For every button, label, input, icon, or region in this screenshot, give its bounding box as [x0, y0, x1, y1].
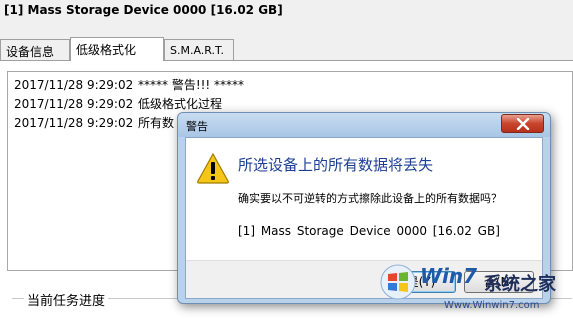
watermark-site-name: 系统之家	[484, 274, 556, 295]
tab-strip: 设备信息 低级格式化 S.M.A.R.T.	[0, 37, 573, 61]
log-message: ***** 警告!!! *****	[138, 78, 245, 92]
tab-device-info[interactable]: 设备信息	[0, 39, 70, 60]
dialog-heading: 所选设备上的所有数据将丢失	[238, 156, 434, 174]
watermark-brand: Win7	[420, 264, 478, 288]
close-icon	[516, 118, 530, 130]
log-message: 所有数	[138, 116, 175, 130]
log-time: 2017/11/28 9:29:02	[14, 78, 134, 92]
watermark-url: Www.Winwin7.com	[444, 300, 540, 311]
log-time: 2017/11/28 9:29:02	[14, 97, 134, 111]
dialog-title: 警告	[186, 120, 208, 133]
dialog-message: 确实要以不可逆转的方式擦除此设备上的所有数据吗？	[238, 192, 502, 205]
progress-label: 当前任务进度	[24, 290, 109, 309]
warning-icon	[197, 152, 229, 184]
watermark: Win7 系统之家 Www.Winwin7.com	[380, 262, 570, 318]
tab-low-level-format[interactable]: 低级格式化	[70, 37, 164, 61]
windows-logo-icon	[380, 264, 416, 300]
device-header: [1] Mass Storage Device 0000 [16.02 GB]	[4, 3, 283, 17]
dialog-titlebar[interactable]: 警告	[178, 113, 550, 137]
close-button[interactable]	[501, 114, 544, 133]
log-line: 2017/11/28 9:29:02 ***** 警告!!! *****	[14, 76, 566, 95]
dialog-device-info: [1] Mass Storage Device 0000 [16.02 GB]	[238, 224, 500, 238]
log-time: 2017/11/28 9:29:02	[14, 116, 134, 130]
tab-smart[interactable]: S.M.A.R.T.	[164, 39, 234, 60]
log-message: 低级格式化过程	[138, 97, 223, 111]
